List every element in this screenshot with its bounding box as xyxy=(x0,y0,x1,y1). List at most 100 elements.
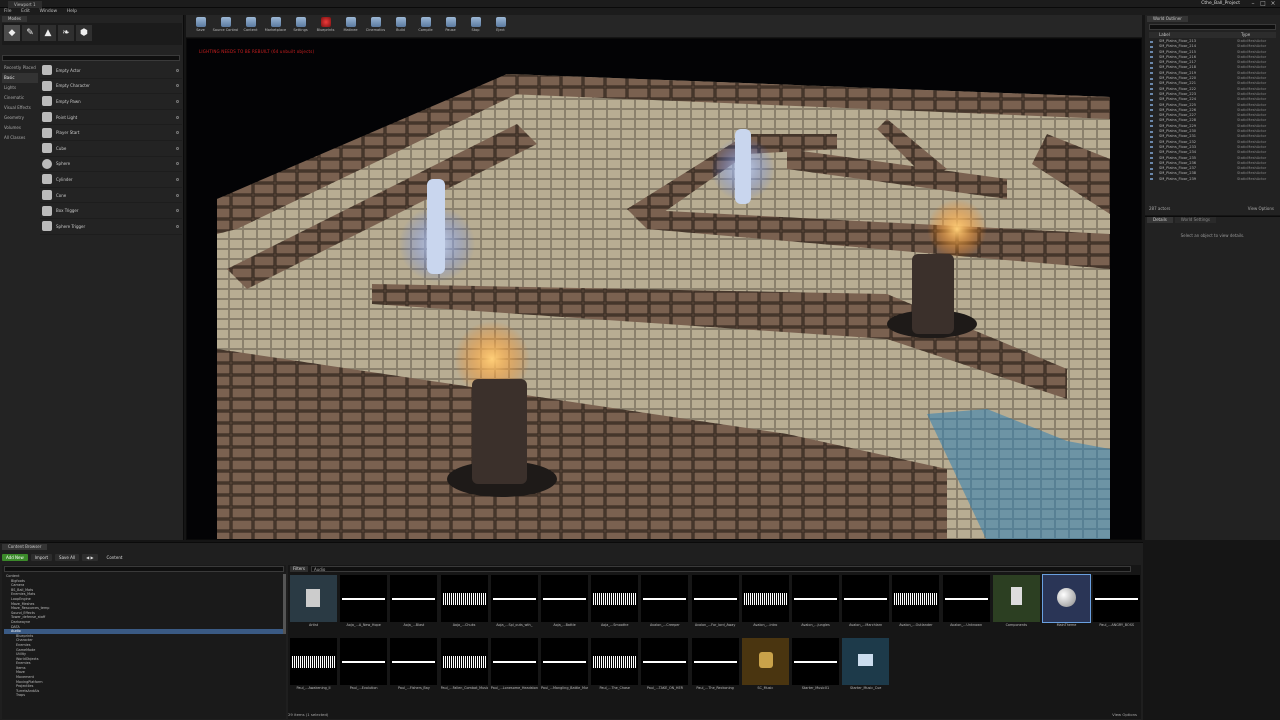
add-new-button[interactable]: Add New xyxy=(2,553,28,561)
asset-tile[interactable]: Paul_...Mangling_Battle_Music xyxy=(541,638,588,696)
asset-tile[interactable]: Avalon_...intro xyxy=(741,575,789,633)
category-recently-placed[interactable]: Recently Placed xyxy=(2,63,38,73)
eye-icon[interactable] xyxy=(1150,104,1153,107)
menu-edit[interactable]: Edit xyxy=(17,8,34,15)
compile-button[interactable]: Compile xyxy=(413,15,438,37)
paint-mode-icon[interactable]: ✎ xyxy=(22,25,38,41)
back-icon[interactable]: ◀ ▶ xyxy=(82,553,98,561)
foliage-mode-icon[interactable]: ❧ xyxy=(58,25,74,41)
content-button[interactable]: Content xyxy=(238,15,263,37)
build-button[interactable]: Build xyxy=(388,15,413,37)
world-settings-tab[interactable]: World Settings xyxy=(1174,217,1217,223)
content-browser-tab[interactable]: Content Browser xyxy=(2,544,48,550)
category-visual-effects[interactable]: Visual Effects xyxy=(2,103,38,113)
viewport-tab[interactable]: Viewport 1 xyxy=(8,1,42,8)
place-item[interactable]: Player Start xyxy=(40,125,182,141)
menu-window[interactable]: Window xyxy=(35,8,61,15)
matinee-button[interactable]: Matinee xyxy=(338,15,363,37)
minimize-icon[interactable]: – xyxy=(1248,0,1258,8)
eye-icon[interactable] xyxy=(1150,40,1153,43)
eye-icon[interactable] xyxy=(1150,61,1153,64)
category-basic[interactable]: Basic xyxy=(2,73,38,83)
source-control-button[interactable]: Source Control xyxy=(213,15,238,37)
asset-tile[interactable]: Artist xyxy=(290,575,337,633)
level-viewport[interactable]: LIGHTING NEEDS TO BE REBUILT (64 unbuilt… xyxy=(186,38,1142,540)
eye-icon[interactable] xyxy=(1150,167,1153,170)
eye-icon[interactable] xyxy=(1150,82,1153,85)
eye-icon[interactable] xyxy=(1150,72,1153,75)
eye-icon[interactable] xyxy=(1150,66,1153,69)
asset-tile[interactable]: Paul_...TAKE_ON_HER xyxy=(641,638,689,696)
asset-tile[interactable]: Paul_...ANGRY_BOSS xyxy=(1093,575,1141,633)
asset-tile[interactable]: Paul_...Fishers_Bay xyxy=(390,638,438,696)
asset-tile[interactable]: Aoja_...Chuks xyxy=(440,575,488,633)
category-cinematic[interactable]: Cinematic xyxy=(2,93,38,103)
landscape-mode-icon[interactable]: ▲ xyxy=(40,25,56,41)
asset-tile[interactable]: Avalon_...Outlander xyxy=(892,575,940,633)
eye-icon[interactable] xyxy=(1150,162,1153,165)
place-item[interactable]: Sphere Trigger xyxy=(40,219,182,235)
eye-icon[interactable] xyxy=(1150,178,1153,181)
label-column-header[interactable]: Label xyxy=(1159,32,1170,38)
tree-scrollbar[interactable] xyxy=(283,574,286,634)
place-item[interactable]: Point Light xyxy=(40,110,182,126)
eye-icon[interactable] xyxy=(1150,88,1153,91)
blueprints-button[interactable]: Blueprints xyxy=(313,15,338,37)
modes-tab[interactable]: Modes xyxy=(2,16,27,22)
type-column-header[interactable]: Type xyxy=(1241,32,1250,38)
details-tab[interactable]: Details xyxy=(1147,217,1173,223)
eye-icon[interactable] xyxy=(1150,114,1153,117)
asset-tile[interactable]: MainTheme xyxy=(1042,574,1091,633)
place-item[interactable]: Empty Pawn xyxy=(40,94,182,110)
place-item[interactable]: Box Trigger xyxy=(40,203,182,219)
asset-tile[interactable]: Avalon_...Jungles xyxy=(792,575,839,633)
category-lights[interactable]: Lights xyxy=(2,83,38,93)
asset-tile[interactable]: Components xyxy=(992,575,1040,633)
import-button[interactable]: Import xyxy=(30,553,53,561)
menu-file[interactable]: File xyxy=(0,8,16,15)
eye-icon[interactable] xyxy=(1150,141,1153,144)
pause-button[interactable]: Pause xyxy=(438,15,463,37)
save-button[interactable]: Save xyxy=(188,15,213,37)
close-icon[interactable]: × xyxy=(1268,0,1278,8)
eye-icon[interactable] xyxy=(1150,125,1153,128)
marketplace-button[interactable]: Marketplace xyxy=(263,15,288,37)
asset-tile[interactable]: Avalon_...For_lord_Away xyxy=(691,575,739,633)
asset-tile[interactable]: Paul_...Evolution xyxy=(340,638,388,696)
eye-icon[interactable] xyxy=(1150,77,1153,80)
category-all-classes[interactable]: All Classes xyxy=(2,133,38,143)
eye-icon[interactable] xyxy=(1150,56,1153,59)
category-geometry[interactable]: Geometry xyxy=(2,113,38,123)
save-all-button[interactable]: Save All xyxy=(55,553,80,561)
place-item[interactable]: Cone xyxy=(40,188,182,204)
maximize-icon[interactable]: □ xyxy=(1258,0,1268,8)
eye-icon[interactable] xyxy=(1150,172,1153,175)
asset-tile[interactable]: Aoja_...Spl_outs_wth_ xyxy=(490,575,538,633)
asset-tile[interactable]: Starter_Music01 xyxy=(792,638,839,696)
eye-icon[interactable] xyxy=(1150,119,1153,122)
settings-button[interactable]: Settings xyxy=(288,15,313,37)
menu-help[interactable]: Help xyxy=(63,8,81,15)
place-item[interactable]: Sphere xyxy=(40,157,182,173)
modes-search-input[interactable] xyxy=(2,55,180,61)
folder-search-input[interactable] xyxy=(4,566,284,572)
eye-icon[interactable] xyxy=(1150,157,1153,160)
filters-button[interactable]: Filters xyxy=(290,566,308,572)
asset-tile[interactable]: SC_Music xyxy=(741,638,789,696)
asset-tile[interactable]: Paul_...Lonesome_Headstone xyxy=(490,638,538,696)
asset-tile[interactable]: Avalon_...Unknown xyxy=(942,575,990,633)
outliner-tab[interactable]: World Outliner xyxy=(1147,16,1188,22)
path-breadcrumb[interactable]: Content xyxy=(107,555,123,560)
outliner-row[interactable]: SM_Plains_Floor_239 StaticMeshActor xyxy=(1149,177,1276,182)
eject-button[interactable]: Eject xyxy=(488,15,513,37)
category-volumes[interactable]: Volumes xyxy=(2,123,38,133)
outliner-search-input[interactable] xyxy=(1149,24,1276,30)
eye-icon[interactable] xyxy=(1150,130,1153,133)
asset-view-options[interactable]: View Options xyxy=(1112,712,1137,717)
asset-tile[interactable]: Aoja_...A_New_Hope xyxy=(340,575,388,633)
eye-icon[interactable] xyxy=(1150,109,1153,112)
asset-tile[interactable]: Paul_...Fallen_Combat_Music xyxy=(440,638,488,696)
place-item[interactable]: Empty Actor xyxy=(40,63,182,79)
place-mode-icon[interactable]: ◆ xyxy=(4,25,20,41)
eye-icon[interactable] xyxy=(1150,98,1153,101)
